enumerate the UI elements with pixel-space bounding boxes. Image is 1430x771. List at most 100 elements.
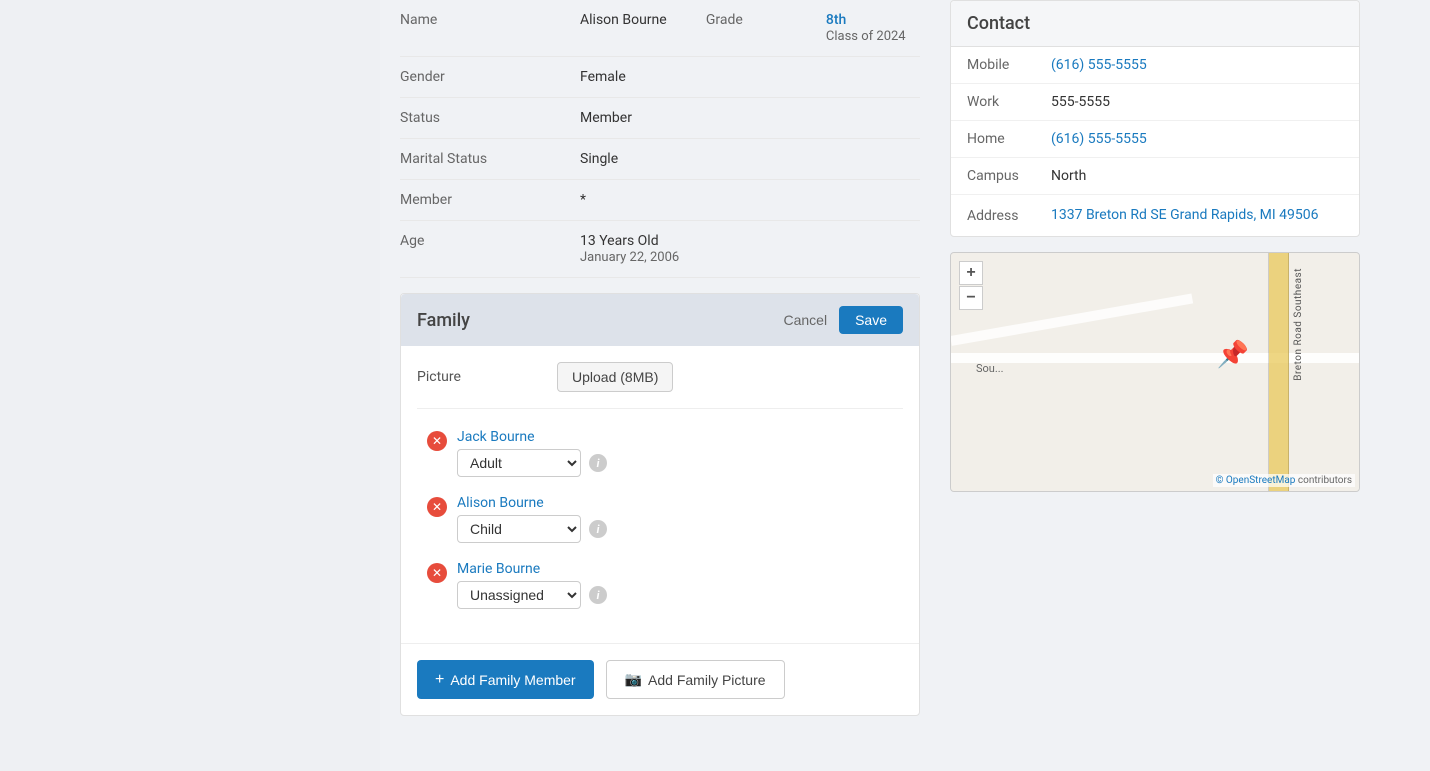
- picture-row: Picture Upload (8MB): [417, 362, 903, 409]
- name-label: Name: [400, 0, 580, 57]
- address-line1: 1337 Breton Rd SE: [1051, 207, 1167, 223]
- member-info-2: Marie Bourne Adult Child Unassigned i: [457, 561, 903, 609]
- family-title: Family: [417, 310, 470, 331]
- remove-member-2[interactable]: ✕: [427, 563, 447, 583]
- address-row: Address 1337 Breton Rd SE Grand Rapids, …: [951, 195, 1359, 237]
- status-value: Member: [580, 98, 920, 139]
- member-label: Member: [400, 180, 580, 221]
- map-road-label: Breton Road Southeast: [1293, 268, 1304, 381]
- home-link[interactable]: (616) 555-5555: [1051, 131, 1147, 147]
- zoom-in-button[interactable]: +: [959, 261, 983, 285]
- attribution-suffix: contributors: [1298, 475, 1352, 486]
- member-help-icon-1[interactable]: i: [589, 520, 607, 538]
- left-sidebar: [0, 0, 380, 771]
- member-help-icon-2[interactable]: i: [589, 586, 607, 604]
- mobile-label: Mobile: [951, 47, 1051, 84]
- grade-value: 8th Class of 2024: [826, 0, 920, 57]
- marital-value: Single: [580, 139, 920, 180]
- member-role-select-2[interactable]: Adult Child Unassigned: [457, 581, 581, 609]
- home-value: (616) 555-5555: [1051, 121, 1359, 158]
- marital-label: Marital Status: [400, 139, 580, 180]
- add-family-member-button[interactable]: + Add Family Member: [417, 660, 594, 699]
- map-side-label: Sou...: [976, 362, 1004, 375]
- add-family-picture-button[interactable]: 📷 Add Family Picture: [606, 660, 785, 699]
- map-background: 📌 Breton Road Southeast Sou... + − © Ope…: [951, 253, 1359, 491]
- openstreetmap-link[interactable]: © OpenStreetMap: [1216, 475, 1296, 486]
- member-role-select-0[interactable]: Adult Child Unassigned: [457, 449, 581, 477]
- age-label: Age: [400, 221, 580, 278]
- member-name-0[interactable]: Jack Bourne: [457, 429, 903, 445]
- address-link[interactable]: 1337 Breton Rd SE Grand Rapids, MI 49506: [1051, 205, 1343, 226]
- mobile-link[interactable]: (616) 555-5555: [1051, 57, 1147, 73]
- map-container[interactable]: 📌 Breton Road Southeast Sou... + − © Ope…: [950, 252, 1360, 492]
- member-role-row-0: Adult Child Unassigned i: [457, 449, 903, 477]
- family-header: Family Cancel Save: [401, 294, 919, 346]
- family-header-actions: Cancel Save: [783, 306, 903, 334]
- grade-label: Grade: [706, 0, 826, 57]
- grade-class-text: Class of 2024: [826, 29, 906, 44]
- home-row: Home (616) 555-5555: [951, 121, 1359, 158]
- contact-card: Contact Mobile (616) 555-5555 Work 555-5…: [950, 0, 1360, 237]
- right-panel: Contact Mobile (616) 555-5555 Work 555-5…: [940, 0, 1380, 771]
- member-role-row-2: Adult Child Unassigned i: [457, 581, 903, 609]
- name-grade-row: Name Alison Bourne Grade 8th Class of 20…: [400, 0, 920, 57]
- status-label: Status: [400, 98, 580, 139]
- age-row: Age 13 Years Old January 22, 2006: [400, 221, 920, 278]
- picture-label: Picture: [417, 369, 557, 385]
- campus-label: Campus: [951, 158, 1051, 195]
- work-value: 555-5555: [1051, 84, 1359, 121]
- age-dob: January 22, 2006: [580, 250, 679, 265]
- person-info-table: Name Alison Bourne Grade 8th Class of 20…: [400, 0, 920, 278]
- family-member-2: ✕ Marie Bourne Adult Child Unassigned i: [417, 561, 903, 609]
- family-body: Picture Upload (8MB) ✕ Jack Bourne Adult…: [401, 346, 919, 643]
- member-value: *: [580, 180, 920, 221]
- member-name-2[interactable]: Marie Bourne: [457, 561, 903, 577]
- family-card: Family Cancel Save Picture Upload (8MB) …: [400, 293, 920, 716]
- home-label: Home: [951, 121, 1051, 158]
- member-role-select-1[interactable]: Adult Child Unassigned: [457, 515, 581, 543]
- save-button[interactable]: Save: [839, 306, 903, 334]
- grade-number: 8th: [826, 12, 920, 28]
- contact-title: Contact: [967, 13, 1343, 34]
- mobile-row: Mobile (616) 555-5555: [951, 47, 1359, 84]
- age-text: 13 Years Old: [580, 233, 920, 249]
- member-role-row-1: Adult Child Unassigned i: [457, 515, 903, 543]
- remove-member-0[interactable]: ✕: [427, 431, 447, 451]
- remove-member-1[interactable]: ✕: [427, 497, 447, 517]
- member-info-1: Alison Bourne Adult Child Unassigned i: [457, 495, 903, 543]
- family-member-0: ✕ Jack Bourne Adult Child Unassigned i: [417, 429, 903, 477]
- member-help-icon-0[interactable]: i: [589, 454, 607, 472]
- member-info-0: Jack Bourne Adult Child Unassigned i: [457, 429, 903, 477]
- work-row: Work 555-5555: [951, 84, 1359, 121]
- work-label: Work: [951, 84, 1051, 121]
- name-value: Alison Bourne: [580, 0, 706, 57]
- gender-label: Gender: [400, 57, 580, 98]
- map-controls: + −: [959, 261, 983, 310]
- map-pin: 📌: [1217, 342, 1249, 368]
- add-picture-label: Add Family Picture: [648, 672, 765, 688]
- address-value: 1337 Breton Rd SE Grand Rapids, MI 49506: [1051, 195, 1359, 237]
- address-label: Address: [951, 195, 1051, 237]
- map-attribution: © OpenStreetMap contributors: [1213, 474, 1355, 487]
- marital-row: Marital Status Single: [400, 139, 920, 180]
- gender-value: Female: [580, 57, 920, 98]
- campus-value: North: [1051, 158, 1359, 195]
- family-actions: + Add Family Member 📷 Add Family Picture: [401, 643, 919, 715]
- campus-row: Campus North: [951, 158, 1359, 195]
- age-value: 13 Years Old January 22, 2006: [580, 221, 920, 278]
- cancel-button[interactable]: Cancel: [783, 312, 827, 328]
- add-member-label: Add Family Member: [450, 672, 575, 688]
- plus-icon: +: [435, 671, 444, 689]
- address-line2: Grand Rapids, MI 49506: [1170, 207, 1318, 223]
- upload-button[interactable]: Upload (8MB): [557, 362, 673, 392]
- contact-table: Mobile (616) 555-5555 Work 555-5555 Home…: [951, 47, 1359, 236]
- gender-row: Gender Female: [400, 57, 920, 98]
- status-row: Status Member: [400, 98, 920, 139]
- contact-card-header: Contact: [951, 1, 1359, 47]
- family-member-1: ✕ Alison Bourne Adult Child Unassigned i: [417, 495, 903, 543]
- mobile-value: (616) 555-5555: [1051, 47, 1359, 84]
- member-name-1[interactable]: Alison Bourne: [457, 495, 903, 511]
- member-row: Member *: [400, 180, 920, 221]
- camera-icon: 📷: [625, 671, 642, 688]
- zoom-out-button[interactable]: −: [959, 286, 983, 310]
